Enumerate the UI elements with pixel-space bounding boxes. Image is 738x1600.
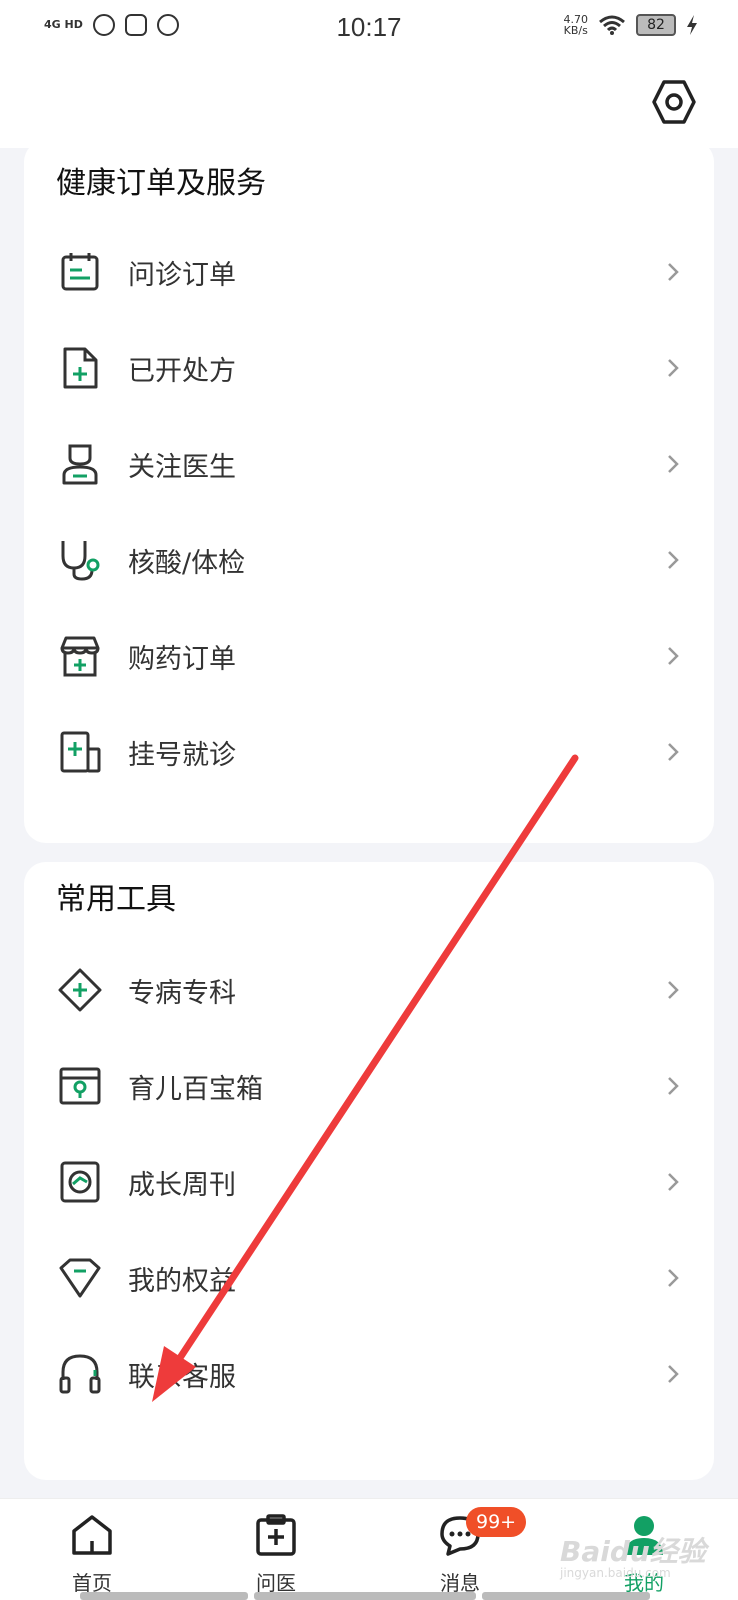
chevron-right-icon xyxy=(668,743,679,761)
page-header xyxy=(0,56,738,148)
chevron-right-icon xyxy=(668,455,679,473)
menu-item-label: 购药订单 xyxy=(128,643,236,675)
stethoscope-icon xyxy=(61,541,100,581)
menu-item-my-benefits[interactable]: 我的权益 xyxy=(24,1230,714,1326)
menu-item-contact-service[interactable]: 联系客服 xyxy=(24,1326,714,1422)
status-right: 4.70 KB/s 82 xyxy=(564,14,699,36)
menu-item-prescriptions[interactable]: 已开处方 xyxy=(24,320,714,416)
menu-item-label: 核酸/体检 xyxy=(128,547,246,579)
menu-item-specialty[interactable]: 专病专科 xyxy=(24,942,714,1038)
battery-icon: 82 xyxy=(636,14,676,36)
medical-kit-icon xyxy=(256,1514,296,1556)
chevron-right-icon xyxy=(668,1269,679,1287)
gem-icon xyxy=(59,1258,101,1298)
network-speed: 4.70 KB/s xyxy=(564,14,589,36)
common-tools-title: 常用工具 xyxy=(56,882,176,917)
menu-item-label: 已开处方 xyxy=(128,355,236,387)
menu-item-medicine-orders[interactable]: 购药订单 xyxy=(24,608,714,704)
chevron-right-icon xyxy=(668,1365,679,1383)
nav-home[interactable]: 首页 xyxy=(32,1499,152,1600)
chevron-right-icon xyxy=(668,647,679,665)
menu-item-label: 挂号就诊 xyxy=(128,739,236,771)
menu-item-label: 我的权益 xyxy=(128,1265,236,1297)
chevron-right-icon xyxy=(668,551,679,569)
order-list-icon xyxy=(61,253,99,291)
nav-messages[interactable]: 99+ 消息 xyxy=(400,1499,527,1600)
home-icon xyxy=(72,1515,112,1555)
chevron-right-icon xyxy=(668,981,679,999)
prescription-icon xyxy=(63,347,98,389)
parenting-box-icon xyxy=(59,1067,101,1105)
menu-item-label: 联系客服 xyxy=(128,1361,236,1393)
menu-item-consult-orders[interactable]: 问诊订单 xyxy=(24,224,714,320)
menu-item-label: 专病专科 xyxy=(128,977,236,1009)
charging-icon xyxy=(687,15,697,35)
network-speed-unit: KB/s xyxy=(563,24,588,37)
gesture-bar-segment xyxy=(482,1592,650,1600)
menu-item-nucleic-checkup[interactable]: 核酸/体检 xyxy=(24,512,714,608)
menu-item-growth-weekly[interactable]: 成长周刊 xyxy=(24,1134,714,1230)
diamond-plus-icon xyxy=(58,968,102,1012)
growth-weekly-icon xyxy=(60,1161,100,1203)
watermark: Baidu经验 xyxy=(560,1535,706,1568)
chevron-right-icon xyxy=(668,1173,679,1191)
unread-badge: 99+ xyxy=(466,1507,527,1537)
gesture-bar-segment xyxy=(254,1592,476,1600)
pharmacy-icon xyxy=(60,636,100,677)
settings-icon[interactable] xyxy=(650,78,698,126)
chevron-right-icon xyxy=(668,1077,679,1095)
chevron-right-icon xyxy=(668,359,679,377)
menu-item-label: 关注医生 xyxy=(128,451,236,483)
registration-icon xyxy=(60,731,101,773)
menu-item-followed-doctors[interactable]: 关注医生 xyxy=(24,416,714,512)
doctor-icon xyxy=(62,444,98,485)
watermark-url: jingyan.baidu.com xyxy=(560,1566,671,1580)
wifi-icon xyxy=(599,15,625,35)
status-bar: 4G HD 10:17 4.70 KB/s 82 xyxy=(0,0,738,56)
nav-ask-doctor[interactable]: 问医 xyxy=(216,1499,336,1600)
headset-icon xyxy=(59,1354,101,1394)
menu-item-label: 成长周刊 xyxy=(128,1169,236,1201)
menu-item-label: 问诊订单 xyxy=(128,259,236,291)
menu-item-label: 育儿百宝箱 xyxy=(128,1073,263,1105)
health-services-card: 健康订单及服务 问诊订单 已开处方 关注医生 核酸/体检 购药订单 挂号就诊 xyxy=(24,140,714,843)
menu-item-registration[interactable]: 挂号就诊 xyxy=(24,704,714,800)
health-services-title: 健康订单及服务 xyxy=(56,166,266,201)
menu-item-parenting-box[interactable]: 育儿百宝箱 xyxy=(24,1038,714,1134)
gesture-bar-segment xyxy=(80,1592,248,1600)
chevron-right-icon xyxy=(668,263,679,281)
common-tools-card: 常用工具 专病专科 育儿百宝箱 成长周刊 我的权益 联系客服 xyxy=(24,862,714,1480)
